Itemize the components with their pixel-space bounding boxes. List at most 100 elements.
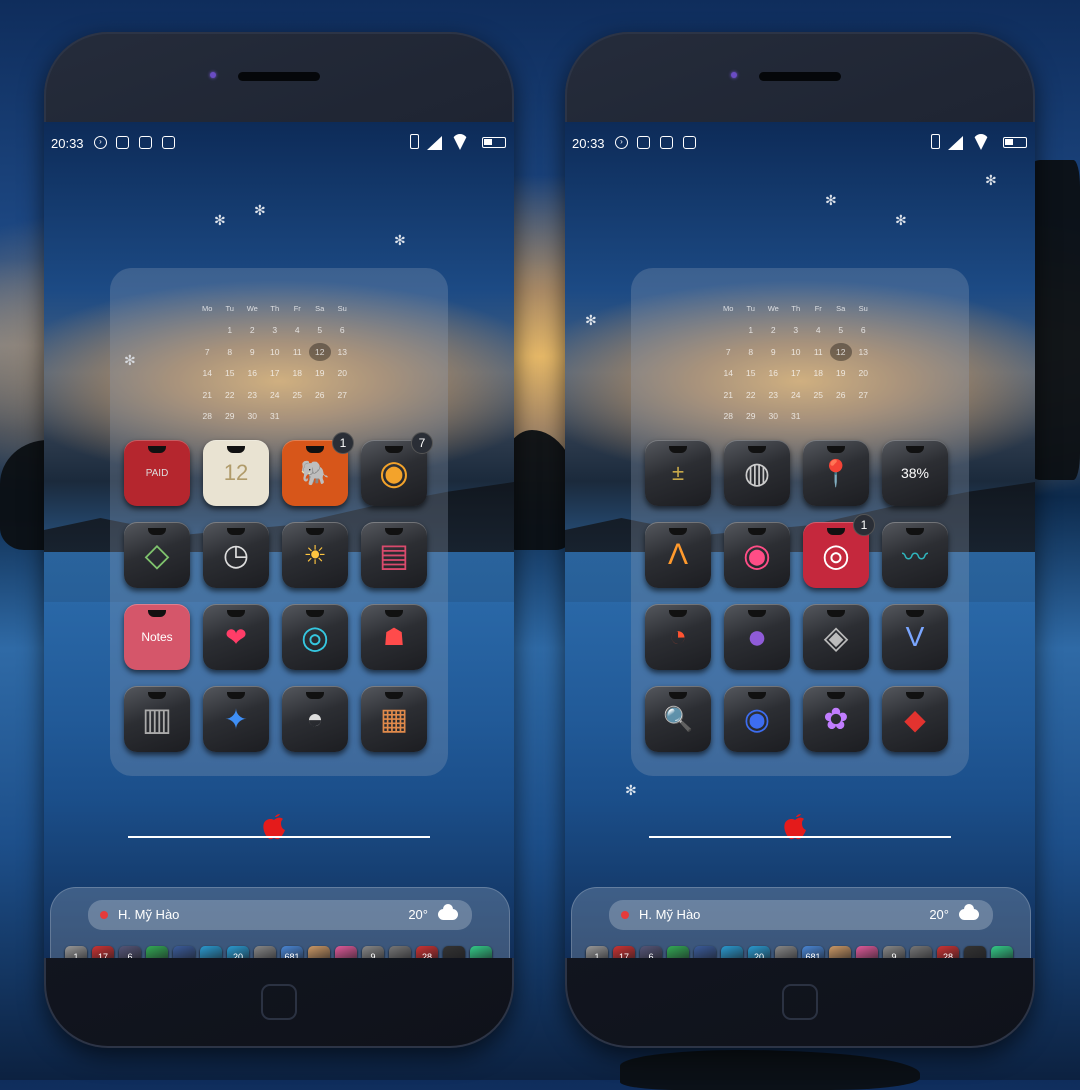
weather-bar[interactable]: H. Mỹ Hào 20° — [88, 900, 472, 930]
dock-app-icon[interactable]: 1 — [65, 946, 87, 958]
weather-bar[interactable]: H. Mỹ Hào 20° — [609, 900, 993, 930]
calendar-day[interactable]: 29 — [740, 411, 763, 421]
superman-app-icon[interactable]: ◆ — [882, 686, 948, 752]
calendar-day[interactable]: 31 — [785, 411, 808, 421]
activity-app-icon[interactable]: ◎ — [282, 604, 348, 670]
calendar-day[interactable]: 14 — [196, 368, 219, 378]
dock-app-icon[interactable] — [443, 946, 465, 958]
calendar-day[interactable]: 23 — [241, 390, 264, 400]
calendar-day[interactable]: 25 — [286, 390, 309, 400]
calendar-day[interactable]: 28 — [196, 411, 219, 421]
calendar-day[interactable]: 24 — [785, 390, 808, 400]
dock-app-icon[interactable]: 1 — [586, 946, 608, 958]
dock-app-icon[interactable]: 6 — [640, 946, 662, 958]
calendar-day[interactable]: 16 — [241, 368, 264, 378]
calendar-day[interactable]: 7 — [196, 347, 219, 357]
lotus-app-icon[interactable]: ✿ — [803, 686, 869, 752]
radar-app-icon[interactable]: ● — [724, 604, 790, 670]
wallet-app-icon[interactable]: ▤ — [361, 522, 427, 588]
dock-app-icon[interactable]: 9 — [883, 946, 905, 958]
calendar-day[interactable]: 19 — [309, 368, 332, 378]
calendar-day[interactable]: 4 — [286, 325, 309, 335]
calendar-day[interactable]: 16 — [762, 368, 785, 378]
dock-app-icon[interactable]: 17 — [613, 946, 635, 958]
calendar-day[interactable]: 6 — [331, 325, 354, 335]
calendar-day[interactable]: 22 — [219, 390, 242, 400]
calendar-day[interactable]: 21 — [717, 390, 740, 400]
battery-app-icon[interactable]: 38% — [882, 440, 948, 506]
podcasts-app-icon[interactable]: ◔ — [645, 604, 711, 670]
calendar-day[interactable]: 13 — [331, 347, 354, 357]
calendar-day[interactable]: 17 — [785, 368, 808, 378]
calendar-widget[interactable]: Mo Tu We Th Fr Sa Su 1 2 3 4 5 6 7 8 9 10 11 12 13 14 15 16 17 1… — [196, 298, 376, 427]
calendar-day[interactable]: 30 — [241, 411, 264, 421]
dock-app-icon[interactable]: 681 — [802, 946, 824, 958]
calendar-day[interactable]: 10 — [264, 347, 287, 357]
calendar-day[interactable]: 30 — [762, 411, 785, 421]
calendar-app-icon[interactable]: 12 — [203, 440, 269, 506]
calendar-day[interactable]: 4 — [807, 325, 830, 335]
dock-app-icon[interactable]: 28 — [416, 946, 438, 958]
calendar-day[interactable]: 11 — [807, 347, 830, 357]
memories-app-icon[interactable]: 🐘 1 — [282, 432, 354, 506]
photos-app-icon[interactable]: ◉ 7 — [361, 432, 433, 506]
dock-app-icon[interactable] — [775, 946, 797, 958]
calendar-day[interactable]: 5 — [309, 325, 332, 335]
calendar-day[interactable]: 24 — [264, 390, 287, 400]
dock-app-icon[interactable] — [910, 946, 932, 958]
calendar-day[interactable]: 18 — [807, 368, 830, 378]
calendar-day[interactable]: 13 — [852, 347, 875, 357]
calendar-day[interactable]: 7 — [717, 347, 740, 357]
dribbble-app-icon[interactable]: ◉ — [724, 522, 790, 588]
calendar-day[interactable]: 3 — [264, 325, 287, 335]
calendar-day[interactable]: 5 — [830, 325, 853, 335]
calendar-day[interactable]: 8 — [740, 347, 763, 357]
panther-app-icon[interactable]: ◈ — [803, 604, 869, 670]
calendar-day[interactable]: 6 — [852, 325, 875, 335]
calendar-day[interactable]: 14 — [717, 368, 740, 378]
home-button[interactable] — [782, 984, 818, 1020]
camera-app-icon[interactable]: ◎ 1 — [803, 514, 875, 588]
calendar-day[interactable]: 2 — [762, 325, 785, 335]
calendar-day[interactable]: 15 — [219, 368, 242, 378]
health-app-icon[interactable]: ❤ — [203, 604, 269, 670]
calendar-day[interactable]: 19 — [830, 368, 853, 378]
calendar-day[interactable]: 9 — [241, 347, 264, 357]
lambda-app-icon[interactable]: Λ — [645, 522, 711, 588]
calendar-day[interactable]: 9 — [762, 347, 785, 357]
dock-app-icon[interactable] — [254, 946, 276, 958]
dock-app-icon[interactable]: 28 — [937, 946, 959, 958]
home-button[interactable] — [261, 984, 297, 1020]
dock-app-icon[interactable] — [964, 946, 986, 958]
calendar-day[interactable]: 3 — [785, 325, 808, 335]
calendar-day[interactable]: 28 — [717, 411, 740, 421]
paint-app-icon[interactable]: 〰 — [882, 522, 948, 588]
maps-app-icon[interactable]: ⬦ — [124, 522, 190, 588]
calendar-day[interactable]: 27 — [852, 390, 875, 400]
calendar-day[interactable]: 20 — [852, 368, 875, 378]
calendar-day[interactable]: 20 — [331, 368, 354, 378]
dock-app-icon[interactable]: 9 — [362, 946, 384, 958]
calendar-today[interactable]: 12 — [308, 342, 331, 361]
calendar-day[interactable]: 21 — [196, 390, 219, 400]
dock-app-icon[interactable] — [991, 946, 1013, 958]
contacts-app-icon[interactable]: ☗ — [361, 604, 427, 670]
dock-app-icon[interactable] — [389, 946, 411, 958]
discord-app-icon[interactable]: ◓ — [282, 686, 348, 752]
dock-app-icon[interactable] — [856, 946, 878, 958]
paid-app-icon[interactable]: PAID — [124, 440, 190, 506]
notes-app-icon[interactable]: Notes — [124, 604, 190, 670]
calendar-day[interactable]: 25 — [807, 390, 830, 400]
calendar-day[interactable]: 26 — [830, 390, 853, 400]
dock-app-icon[interactable] — [470, 946, 492, 958]
dock-app-icon[interactable] — [200, 946, 222, 958]
dock-app-icon[interactable]: 6 — [119, 946, 141, 958]
disk-app-icon[interactable]: ◍ — [724, 440, 790, 506]
calendar-day[interactable]: 2 — [241, 325, 264, 335]
calendar-day[interactable]: 1 — [740, 325, 763, 335]
dock-app-icon[interactable] — [667, 946, 689, 958]
calendar-day[interactable]: 18 — [286, 368, 309, 378]
calendar-day[interactable]: 22 — [740, 390, 763, 400]
dock-app-icon[interactable]: 681 — [281, 946, 303, 958]
dock-app-icon[interactable] — [335, 946, 357, 958]
